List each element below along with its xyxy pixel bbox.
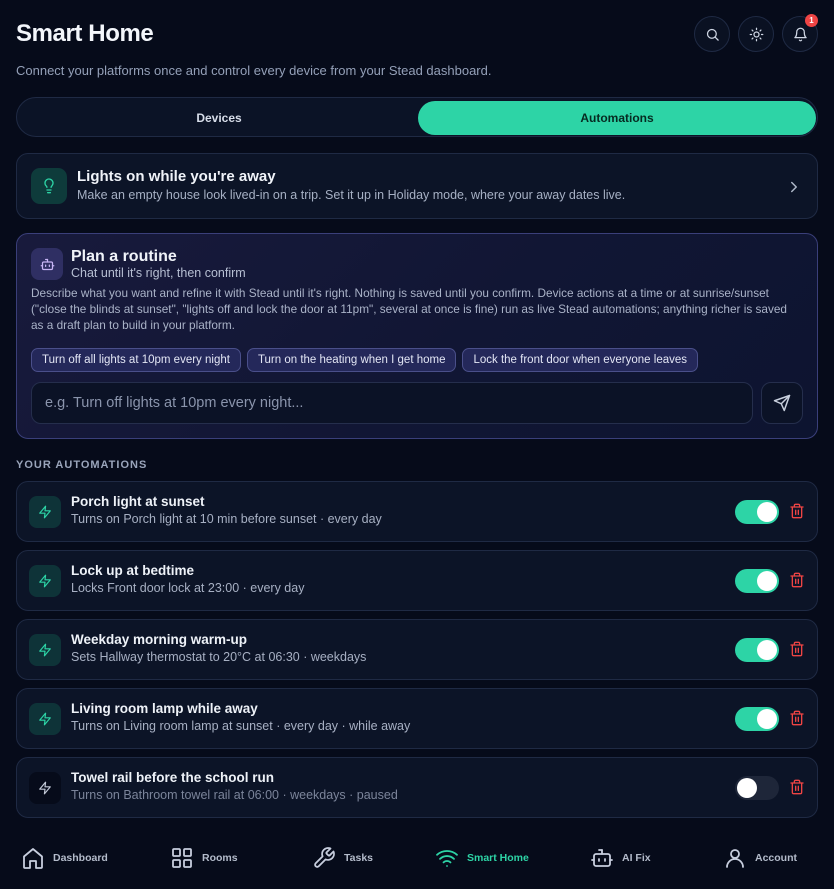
automation-toggle[interactable]	[735, 638, 779, 662]
routine-title: Plan a routine	[71, 248, 177, 265]
trash-icon	[790, 572, 804, 588]
routine-input[interactable]	[31, 382, 753, 424]
tab-automations[interactable]: Automations	[418, 101, 816, 135]
automation-name: Living room lamp while away	[71, 701, 258, 716]
automation-row-paused[interactable]: Towel rail before the school run Turns o…	[16, 757, 818, 818]
automation-row[interactable]: Weekday morning warm-up Sets Hallway the…	[16, 619, 818, 680]
delete-automation-button[interactable]	[789, 503, 805, 521]
tab-bar: Devices Automations	[16, 97, 818, 137]
automation-name: Weekday morning warm-up	[71, 632, 248, 647]
automation-toggle[interactable]	[735, 707, 779, 731]
nav-item-dashboard[interactable]: Dashboard	[21, 844, 108, 872]
header-actions: 1	[694, 14, 818, 52]
routine-description: Describe what you want and refine it wit…	[31, 286, 787, 332]
nav-label: AI Fix	[622, 852, 651, 864]
nav-label: Smart Home	[467, 852, 529, 864]
suggestion-chip[interactable]: Turn on the heating when I get home	[246, 348, 457, 372]
automation-summary: Sets Hallway thermostat to 20°C at 06:30…	[71, 650, 367, 664]
automation-name: Porch light at sunset	[71, 494, 205, 509]
chevron-right-icon	[791, 181, 797, 193]
automation-name: Towel rail before the school run	[71, 770, 275, 785]
trash-icon	[790, 710, 804, 726]
automation-summary: Turns on Bathroom towel rail at 06:00 · …	[71, 788, 398, 802]
lightning-icon	[39, 643, 51, 657]
page-title: Smart Home	[16, 20, 154, 47]
automation-icon-box	[29, 772, 61, 804]
routine-subtitle: Chat until it's right, then confirm	[71, 266, 246, 280]
away-card-title: Lights on while you're away	[77, 168, 276, 185]
send-icon	[773, 394, 791, 412]
nav-item-rooms[interactable]: Rooms	[170, 844, 238, 872]
automation-row[interactable]: Porch light at sunset Turns on Porch lig…	[16, 481, 818, 542]
automation-row[interactable]: Living room lamp while away Turns on Liv…	[16, 688, 818, 749]
notifications-button[interactable]: 1	[782, 14, 818, 52]
nav-item-ai-fix[interactable]: AI Fix	[590, 844, 651, 872]
delete-automation-button[interactable]	[789, 641, 805, 659]
delete-automation-button[interactable]	[789, 572, 805, 590]
page-subtitle: Connect your platforms once and control …	[16, 63, 492, 78]
home-icon	[23, 848, 43, 869]
delete-automation-button[interactable]	[789, 779, 805, 797]
automation-toggle[interactable]	[735, 776, 779, 800]
notification-badge: 1	[805, 14, 818, 27]
trash-icon	[790, 779, 804, 795]
nav-label: Dashboard	[53, 852, 108, 864]
send-button[interactable]	[761, 382, 803, 424]
nav-item-tasks[interactable]: Tasks	[312, 844, 373, 872]
automation-toggle[interactable]	[735, 569, 779, 593]
automation-icon-box	[29, 703, 61, 735]
suggestion-chip[interactable]: Turn off all lights at 10pm every night	[31, 348, 241, 372]
sun-icon	[749, 27, 763, 41]
delete-automation-button[interactable]	[789, 710, 805, 728]
grid-icon	[172, 848, 192, 868]
bell-icon	[793, 27, 807, 41]
automation-row[interactable]: Lock up at bedtime Locks Front door lock…	[16, 550, 818, 611]
plan-routine-card: Plan a routine Chat until it's right, th…	[16, 233, 818, 439]
robot-icon	[40, 258, 54, 270]
away-card-description: Make an empty house look lived-in on a t…	[77, 188, 626, 202]
routine-icon-box	[31, 248, 63, 280]
automation-toggle[interactable]	[735, 500, 779, 524]
toggle-knob	[737, 778, 757, 798]
automation-summary: Locks Front door lock at 23:00 · every d…	[71, 581, 305, 595]
theme-toggle-button[interactable]	[738, 16, 774, 52]
automation-icon-box	[29, 565, 61, 597]
robot-icon	[591, 849, 613, 867]
automation-name: Lock up at bedtime	[71, 563, 195, 578]
toggle-knob	[757, 571, 777, 591]
suggestion-chips: Turn off all lights at 10pm every night …	[31, 348, 699, 372]
nav-label: Tasks	[344, 852, 373, 864]
trash-icon	[790, 641, 804, 657]
automation-summary: Turns on Porch light at 10 min before su…	[71, 512, 382, 526]
suggestion-chip[interactable]: Lock the front door when everyone leaves	[462, 348, 699, 372]
tab-devices[interactable]: Devices	[20, 101, 418, 135]
search-icon	[706, 28, 719, 41]
automation-summary: Turns on Living room lamp at sunset · ev…	[71, 719, 411, 733]
automation-icon-box	[29, 496, 61, 528]
trash-icon	[790, 503, 804, 519]
wrench-icon	[314, 847, 335, 868]
lightning-icon	[39, 712, 51, 726]
automation-icon-box	[29, 634, 61, 666]
nav-label: Rooms	[202, 852, 238, 864]
nav-label: Account	[755, 852, 797, 864]
toggle-knob	[757, 640, 777, 660]
search-button[interactable]	[694, 16, 730, 52]
lightning-icon	[39, 574, 51, 588]
nav-item-account[interactable]: Account	[723, 844, 797, 872]
lightning-icon	[39, 505, 51, 519]
away-lights-card[interactable]: Lights on while you're away Make an empt…	[16, 153, 818, 219]
header: Smart Home 1	[16, 14, 818, 52]
toggle-knob	[757, 709, 777, 729]
automations-section-title: YOUR AUTOMATIONS	[16, 459, 148, 471]
user-icon	[726, 849, 744, 868]
nav-item-smart-home[interactable]: Smart Home	[435, 844, 529, 872]
away-card-icon-box	[31, 168, 67, 204]
lightning-icon	[39, 781, 51, 795]
bottom-nav: Dashboard Rooms Tasks Smart Home AI Fix …	[0, 830, 834, 889]
wifi-icon	[436, 850, 458, 867]
away-card-chevron	[785, 178, 803, 196]
lightbulb-icon	[44, 178, 54, 194]
toggle-knob	[757, 502, 777, 522]
